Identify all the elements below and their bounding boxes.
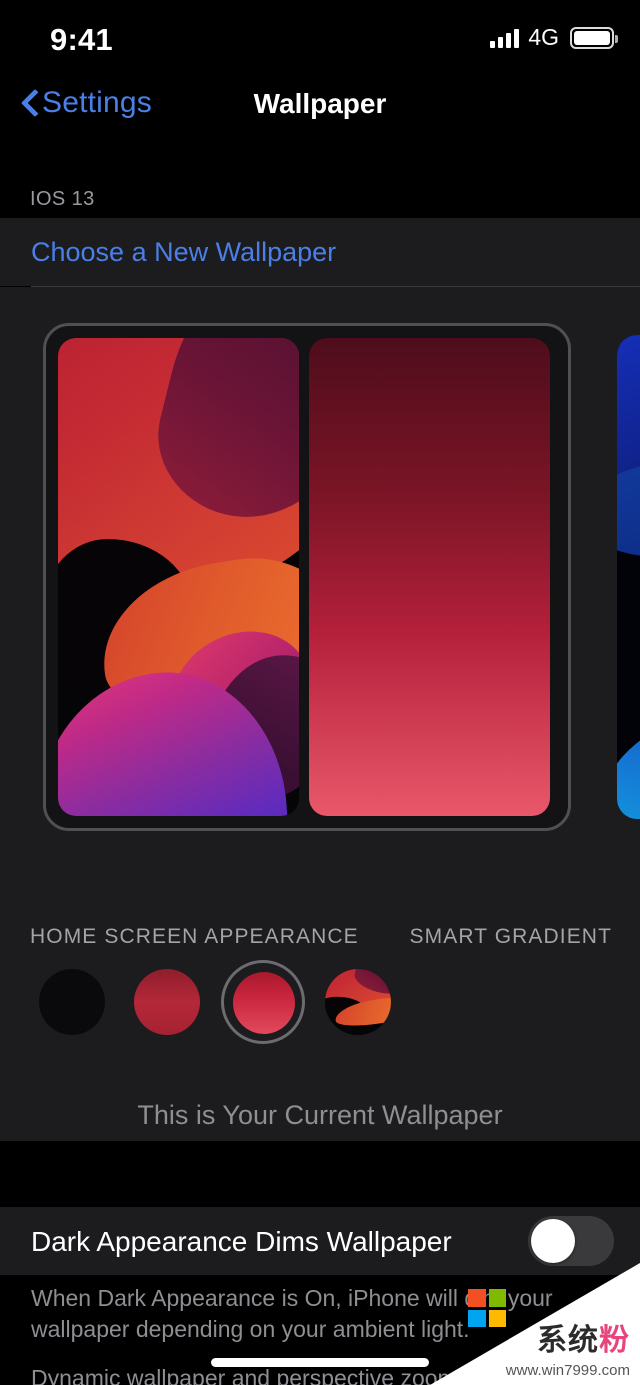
watermark-brand-part2: 粉 [599,1324,630,1357]
swatch-black[interactable] [39,969,105,1035]
dark-appearance-label: Dark Appearance Dims Wallpaper [31,1226,452,1257]
color-swatch-row [0,959,640,1069]
choose-new-wallpaper-label[interactable]: Choose a New Wallpaper [0,218,640,286]
smart-gradient-preview[interactable] [309,338,550,816]
navigation-bar: Settings Wallpaper [0,72,640,140]
wallpaper-preview-area [0,287,640,907]
preview-frame [43,323,571,831]
status-indicators: 4G [490,24,618,50]
status-bar: 9:41 4G [0,0,640,72]
swatch-wallpaper-thumb[interactable] [325,969,391,1035]
section-gap-2 [0,1141,640,1207]
smart-gradient-label: SMART GRADIENT [409,925,612,948]
battery-full-icon [570,26,618,49]
carrier-label: 4G [528,24,559,50]
status-time: 9:41 [50,22,113,57]
iphone-screen: 9:41 4G Settings Wallpaper IOS 13 Choose… [0,0,640,1385]
swatch-thumb-art [325,969,391,1035]
current-wallpaper-text: This is Your Current Wallpaper [137,1100,503,1130]
page-title: Wallpaper [253,88,387,119]
swatch-bright-red[interactable] [221,960,305,1044]
appearance-labels-row: HOME SCREEN APPEARANCE SMART GRADIENT [0,907,640,959]
wallpaper-art-smart-gradient [309,338,550,816]
home-screen-appearance-label: HOME SCREEN APPEARANCE [30,925,359,948]
dark-appearance-row[interactable]: Dark Appearance Dims Wallpaper [0,1207,640,1275]
wallpaper-art-ios13-blue [617,335,640,819]
section-header-os: IOS 13 [0,180,640,218]
signal-strength-icon [490,28,520,48]
dark-appearance-toggle[interactable] [528,1216,614,1266]
choose-new-wallpaper-cell[interactable]: Choose a New Wallpaper [0,218,640,286]
ios13-blue-wallpaper-preview[interactable] [617,335,640,819]
ios13-dark-wallpaper-preview[interactable] [58,338,299,816]
swatch-bright-red-fill [233,972,295,1034]
toggle-knob [531,1219,575,1263]
wallpaper-art-ios13-dark [58,338,299,816]
home-indicator[interactable] [211,1358,429,1367]
swatch-dark-red[interactable] [134,969,200,1035]
dark-appearance-note: When Dark Appearance is On, iPhone will … [31,1285,553,1343]
